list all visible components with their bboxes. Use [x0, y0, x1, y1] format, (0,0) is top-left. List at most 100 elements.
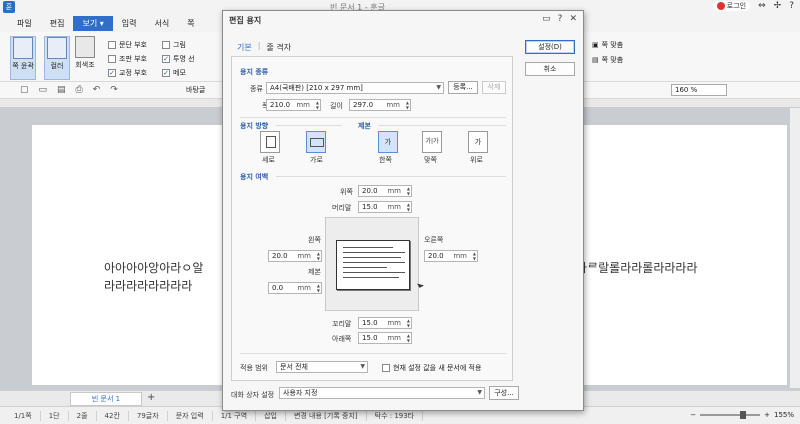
- ok-button[interactable]: 설정(D): [525, 40, 575, 54]
- margin-footer-input[interactable]: 15.0 mm ▲ ▼: [358, 317, 412, 329]
- paragraph-mark-check[interactable]: 문단 부호: [108, 40, 147, 50]
- apply-range-select[interactable]: 문서 전체 ▼: [276, 361, 368, 373]
- picture-check[interactable]: 그림: [162, 40, 186, 50]
- menu-file[interactable]: 파일: [8, 16, 41, 31]
- margin-binding-label: 제본: [308, 268, 321, 276]
- color-button[interactable]: 컬러: [44, 36, 70, 80]
- open-folder-icon[interactable]: ▭: [39, 85, 48, 95]
- basic-tab-panel: 용지 종류 종류 A4(국배판) [210 x 297 mm] ▼ 등록... 삭…: [231, 56, 513, 381]
- binding-top-label: 위로: [470, 156, 483, 164]
- menu-view[interactable]: 보기 ▾: [73, 15, 113, 31]
- binding-one-side-button[interactable]: 가: [378, 131, 398, 153]
- help-icon[interactable]: ?: [789, 1, 794, 11]
- dialog-controls: ▭ ? ✕: [542, 14, 577, 24]
- chevron-down-icon: ▼: [360, 363, 365, 370]
- binding-facing-button[interactable]: 가|가: [422, 131, 442, 153]
- undo-icon[interactable]: ↶: [93, 85, 101, 95]
- expand-icon[interactable]: ⇔: [758, 1, 766, 11]
- menu-page[interactable]: 쪽: [178, 16, 203, 31]
- grayscale-icon: [75, 36, 95, 58]
- window-icon[interactable]: ▭: [542, 14, 551, 24]
- revision-mark-check[interactable]: ✓ 교정 부호: [108, 68, 147, 78]
- margin-top-label: 위쪽: [340, 188, 353, 196]
- spinner-icon[interactable]: ▲ ▼: [473, 251, 476, 261]
- binding-section: 제본: [358, 122, 371, 130]
- spinner-icon[interactable]: ▲ ▼: [407, 333, 410, 343]
- spinner-icon[interactable]: ▲ ▼: [316, 100, 319, 110]
- fit-width-button[interactable]: ▤ 쪽 맞춤: [592, 55, 623, 65]
- cancel-button[interactable]: 취소: [525, 62, 575, 76]
- register-button[interactable]: 등록...: [448, 81, 478, 94]
- zoom-slider-knob[interactable]: [740, 411, 747, 419]
- binding-top-button[interactable]: 가: [468, 131, 488, 153]
- portrait-button[interactable]: [260, 131, 280, 153]
- new-doc-icon[interactable]: ▢: [20, 85, 29, 95]
- checkbox-checked: ✓: [162, 55, 170, 63]
- paper-kind-select[interactable]: A4(국배판) [210 x 297 mm] ▼: [266, 82, 444, 94]
- control-mark-check[interactable]: 조판 부호: [108, 54, 147, 64]
- delete-button[interactable]: 삭제: [482, 81, 506, 94]
- length-input[interactable]: 297.0 mm ▲ ▼: [349, 99, 411, 111]
- margin-header-label: 머리말: [332, 204, 352, 212]
- menu-edit[interactable]: 편집: [41, 16, 74, 31]
- chevron-down-icon: ▼: [477, 389, 482, 396]
- checkbox-checked: ✓: [162, 69, 170, 77]
- margin-binding-input[interactable]: 0.0 mm ▲ ▼: [268, 282, 322, 294]
- grayscale-button[interactable]: 회색조: [72, 36, 98, 80]
- redo-icon[interactable]: ↷: [110, 85, 118, 95]
- page-outline-icon: [13, 37, 33, 59]
- top-binding-icon: 가: [474, 138, 482, 146]
- spinner-icon[interactable]: ▲ ▼: [406, 100, 409, 110]
- add-tab-button[interactable]: +: [147, 392, 155, 403]
- spinner-icon[interactable]: ▲ ▼: [407, 202, 410, 212]
- margin-bottom-input[interactable]: 15.0 mm ▲ ▼: [358, 332, 412, 344]
- spinner-icon[interactable]: ▲ ▼: [317, 251, 320, 261]
- dialog-tabs: 기본 | 줄 격자: [231, 41, 297, 54]
- fit-page-button[interactable]: ▣ 쪽 맞춤: [592, 40, 623, 50]
- landscape-label: 가로: [310, 156, 323, 164]
- vertical-scrollbar[interactable]: [790, 108, 800, 388]
- compose-button[interactable]: 구성...: [489, 386, 519, 400]
- dialog-setting-select[interactable]: 사용자 지정 ▼: [279, 387, 485, 399]
- preview-paper: [336, 240, 410, 290]
- zoom-out-icon[interactable]: −: [690, 411, 696, 419]
- margin-top-input[interactable]: 20.0 mm ▲ ▼: [358, 185, 412, 197]
- spinner-icon[interactable]: ▲ ▼: [407, 186, 410, 196]
- close-icon[interactable]: ✕: [569, 14, 577, 24]
- status-cell: 42칸: [97, 410, 129, 421]
- landscape-icon: [310, 138, 324, 147]
- margin-header-input[interactable]: 15.0 mm ▲ ▼: [358, 201, 412, 213]
- checkbox: [382, 364, 390, 372]
- margin-footer-label: 꼬리말: [332, 320, 352, 328]
- tab-basic[interactable]: 기본: [231, 41, 258, 54]
- zoom-slider[interactable]: [700, 411, 761, 419]
- pin-icon[interactable]: ✢: [774, 1, 782, 11]
- paragraph-style[interactable]: 바탕글: [186, 85, 205, 95]
- chevron-down-icon: ▼: [436, 84, 441, 91]
- memo-check[interactable]: ✓ 메모: [162, 68, 186, 78]
- zoom-select[interactable]: 160 %: [671, 84, 727, 96]
- margin-right-input[interactable]: 20.0 mm ▲ ▼: [424, 250, 478, 262]
- print-icon[interactable]: ⎙: [76, 85, 83, 95]
- divider: [240, 353, 506, 354]
- page-outline-button[interactable]: 쪽 윤곽: [10, 36, 36, 80]
- landscape-button[interactable]: [306, 131, 326, 153]
- margin-left-input[interactable]: 20.0 mm ▲ ▼: [268, 250, 322, 262]
- width-input[interactable]: 210.0 mm ▲ ▼: [266, 99, 321, 111]
- save-icon[interactable]: ▤: [57, 85, 66, 95]
- toolbar-icons: ▢ ▭ ▤ ⎙ ↶ ↷: [20, 85, 118, 95]
- menu-format[interactable]: 서식: [146, 16, 179, 31]
- apply-new-doc-check[interactable]: 현재 설정 값을 새 문서에 적용: [382, 363, 481, 373]
- menu-insert[interactable]: 입력: [113, 16, 146, 31]
- spinner-icon[interactable]: ▲ ▼: [407, 318, 410, 328]
- status-track-changes[interactable]: 변경 내용 [기록 중지]: [286, 410, 367, 421]
- login-button[interactable]: 로그인: [712, 1, 751, 11]
- transparent-line-check[interactable]: ✓ 투명 선: [162, 54, 195, 64]
- spinner-icon[interactable]: ▲ ▼: [317, 283, 320, 293]
- status-insert[interactable]: 삽입: [256, 410, 286, 421]
- tab-line-grid[interactable]: 줄 격자: [260, 41, 297, 54]
- zoom-in-icon[interactable]: +: [764, 411, 770, 419]
- checkbox: [108, 55, 116, 63]
- help-icon[interactable]: ?: [558, 14, 563, 24]
- document-tab[interactable]: 빈 문서 1: [70, 392, 142, 406]
